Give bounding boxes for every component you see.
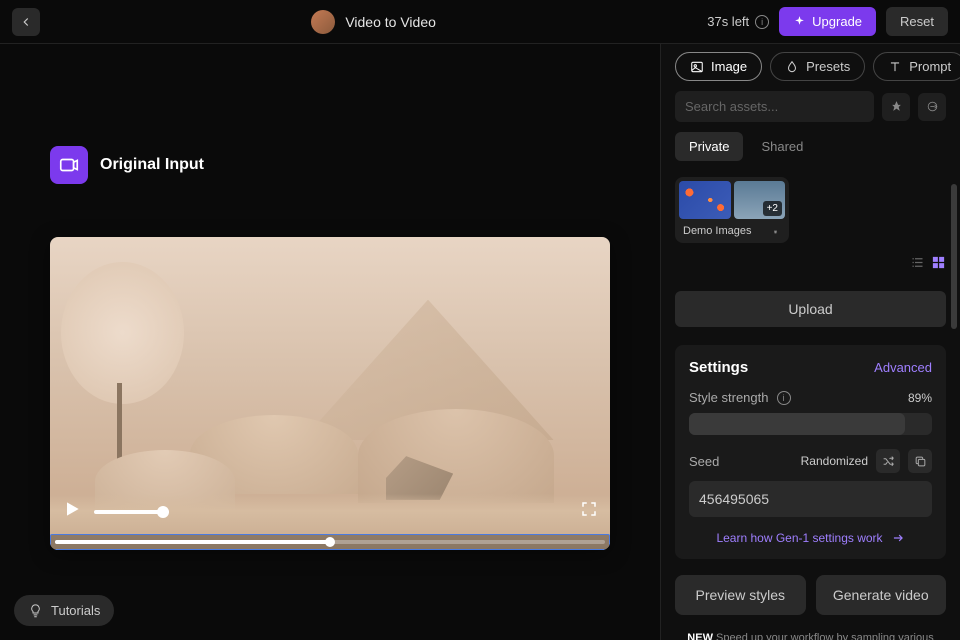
video-preview[interactable] bbox=[50, 237, 610, 550]
scrollbar[interactable] bbox=[951, 184, 957, 329]
seed-label: Seed bbox=[689, 454, 719, 469]
pin-icon bbox=[890, 100, 903, 113]
subtab-shared[interactable]: Shared bbox=[747, 132, 817, 161]
subtab-private[interactable]: Private bbox=[675, 132, 743, 161]
asset-folder[interactable]: +2 Demo Images bbox=[675, 177, 789, 243]
seed-mode: Randomized bbox=[801, 454, 868, 468]
tab-image[interactable]: Image bbox=[675, 52, 762, 81]
list-view-button[interactable] bbox=[910, 255, 925, 275]
droplet-icon bbox=[785, 60, 799, 74]
shuffle-button[interactable] bbox=[876, 449, 900, 473]
info-icon[interactable]: i bbox=[777, 391, 791, 405]
input-label-row: Original Input bbox=[50, 146, 640, 184]
input-label-text: Original Input bbox=[100, 156, 204, 174]
asset-subtabs: Private Shared bbox=[675, 132, 946, 161]
grid-icon bbox=[931, 255, 946, 270]
list-icon bbox=[910, 255, 925, 270]
asset-thumbnail: +2 bbox=[734, 181, 786, 219]
lightbulb-icon bbox=[28, 603, 43, 618]
fullscreen-icon bbox=[580, 500, 598, 518]
text-icon bbox=[888, 60, 902, 74]
shuffle-icon bbox=[882, 455, 895, 468]
upgrade-button[interactable]: Upgrade bbox=[779, 7, 876, 36]
upload-button[interactable]: Upload bbox=[675, 291, 946, 327]
reset-button[interactable]: Reset bbox=[886, 7, 948, 36]
advanced-link[interactable]: Advanced bbox=[874, 360, 932, 375]
play-icon bbox=[62, 499, 82, 519]
canvas-area: Original Input bbox=[0, 44, 660, 640]
style-strength-slider[interactable] bbox=[689, 413, 932, 435]
filter-button[interactable] bbox=[918, 93, 946, 121]
asset-more-count: +2 bbox=[763, 201, 782, 216]
fullscreen-button[interactable] bbox=[580, 500, 598, 523]
sidebar: Image Presets Prompt Private Shared bbox=[660, 44, 960, 640]
image-icon bbox=[690, 60, 704, 74]
pin-icon bbox=[770, 226, 781, 237]
grid-view-button[interactable] bbox=[931, 255, 946, 275]
style-strength-label: Style strength bbox=[689, 390, 769, 405]
learn-link[interactable]: Learn how Gen-1 settings work bbox=[689, 531, 932, 545]
header-center: Video to Video bbox=[40, 10, 707, 34]
tutorials-button[interactable]: Tutorials bbox=[14, 595, 114, 626]
copy-icon bbox=[914, 455, 927, 468]
volume-slider[interactable] bbox=[94, 510, 169, 514]
play-button[interactable] bbox=[62, 499, 82, 524]
seed-input[interactable] bbox=[689, 481, 932, 517]
preview-styles-button[interactable]: Preview styles bbox=[675, 575, 806, 615]
page-title: Video to Video bbox=[345, 14, 436, 30]
asset-name: Demo Images bbox=[683, 225, 751, 237]
generate-video-button[interactable]: Generate video bbox=[816, 575, 947, 615]
input-video-icon bbox=[50, 146, 88, 184]
settings-panel: Settings Advanced Style strength i 89% S… bbox=[675, 345, 946, 559]
arrow-right-icon bbox=[891, 531, 905, 545]
info-icon[interactable]: i bbox=[755, 15, 769, 29]
sparkle-icon bbox=[793, 15, 806, 28]
time-remaining: 37s left i bbox=[707, 14, 769, 29]
filter-icon bbox=[926, 100, 939, 113]
settings-title: Settings bbox=[689, 359, 748, 376]
asset-thumbnail bbox=[679, 181, 731, 219]
style-strength-value: 89% bbox=[908, 391, 932, 405]
avatar[interactable] bbox=[311, 10, 335, 34]
pin-button[interactable] bbox=[882, 93, 910, 121]
input-tabs: Image Presets Prompt bbox=[675, 52, 946, 81]
search-input[interactable] bbox=[675, 91, 874, 122]
arrow-left-icon bbox=[19, 15, 33, 29]
header: Video to Video 37s left i Upgrade Reset bbox=[0, 0, 960, 44]
tab-prompt[interactable]: Prompt bbox=[873, 52, 960, 81]
tab-presets[interactable]: Presets bbox=[770, 52, 865, 81]
copy-button[interactable] bbox=[908, 449, 932, 473]
back-button[interactable] bbox=[12, 8, 40, 36]
tip-text: NEW Speed up your workflow by sampling v… bbox=[675, 631, 946, 640]
timeline[interactable] bbox=[50, 534, 610, 550]
player-controls bbox=[62, 499, 598, 524]
